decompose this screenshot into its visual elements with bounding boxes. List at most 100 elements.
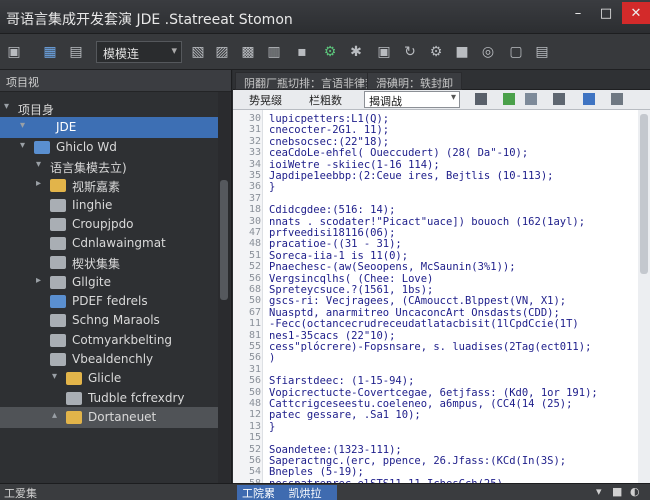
tree-item[interactable]: Tudble fcfrexdry xyxy=(0,388,218,409)
tree-expander-icon[interactable]: ▾ xyxy=(4,101,16,112)
tree-expander-icon[interactable]: ▴ xyxy=(52,410,64,421)
filter-icon[interactable] xyxy=(553,93,565,105)
tree-item-label: Iinghie xyxy=(72,197,113,212)
code-line[interactable]: Nuasptd, anarmitreo UncaconcArt Onsdasts… xyxy=(269,307,560,319)
code-line[interactable]: -Fecc(octancecrudreceudatlatacbisit(1lCp… xyxy=(269,318,579,330)
editor-label-2[interactable]: 栏粗数 xyxy=(309,92,342,108)
code-line[interactable]: Pnaechesc-(aw(Seoopens, McSaunin(3%1)); xyxy=(269,261,516,273)
list-icon[interactable] xyxy=(583,93,595,105)
debug-icon[interactable]: ▥ xyxy=(264,42,284,62)
tree-item[interactable]: Iinghie xyxy=(0,195,218,216)
package-icon[interactable]: ▤ xyxy=(532,42,552,62)
code-line[interactable]: } xyxy=(269,181,275,193)
code-editor[interactable]: 30 31 32 33 34 35 36 37 18 30 47 48 51 52 56 68 50 67 11 81… xyxy=(233,110,650,483)
status-left[interactable]: 工爱集 xyxy=(4,485,37,500)
code-scrollbar[interactable] xyxy=(638,110,650,483)
status-active-tab[interactable]: 工院累 凯烘拉 xyxy=(237,485,337,500)
tree-item[interactable]: PDEF fedrels xyxy=(0,291,218,312)
tree-item[interactable]: ▾ 项目身 xyxy=(0,98,218,119)
code-line[interactable]: prfveedisi18116(06); xyxy=(269,227,395,239)
window-icon[interactable]: ▢ xyxy=(506,42,526,62)
code-line[interactable]: Saperactngc.(erc, ppence, 26.Jfass:(KCd(… xyxy=(269,455,566,467)
dock-icon[interactable]: ▣ xyxy=(4,42,24,62)
code-line[interactable]: Spreteycsuce.?(1561, 1bs); xyxy=(269,284,433,296)
editor-combo[interactable]: 揭调战 ▾ xyxy=(364,91,460,108)
code-line[interactable]: Vergsincqlhs( (Chee: Love) xyxy=(269,273,433,285)
tree-item[interactable]: ▸ 视斯嘉素 xyxy=(0,175,218,196)
code-line[interactable]: Japdipe1eebbp:(2:Ceue ires, Bejtlis (10-… xyxy=(269,170,553,182)
branch-icon[interactable]: ⚙ xyxy=(320,42,340,62)
layout-icon[interactable]: ▣ xyxy=(374,42,394,62)
project-combo[interactable]: 模模连 ▾ xyxy=(96,41,182,63)
code-line[interactable]: pracatioe-((31 - 31); xyxy=(269,238,402,250)
tree-expander-icon[interactable]: ▸ xyxy=(36,178,48,189)
tree-item[interactable]: ▾ Glicle xyxy=(0,368,218,389)
tree-expander-icon[interactable]: ▾ xyxy=(20,120,32,131)
code-line[interactable]: cnecocter-2G1. 11); xyxy=(269,124,389,136)
outline-icon[interactable] xyxy=(611,93,623,105)
tree-item[interactable]: Cdnlawaingmat xyxy=(0,233,218,254)
maximize-icon[interactable]: □ xyxy=(593,2,619,24)
code-line[interactable]: Soandetee:(1323-111); xyxy=(269,444,402,456)
tree-item-label: Tudble fcfrexdry xyxy=(88,390,185,405)
code-line[interactable]: ioiWetre -skiiec(1-16 114); xyxy=(269,159,440,171)
settings-icon[interactable]: ✱ xyxy=(346,42,366,62)
run-icon[interactable]: ▩ xyxy=(238,42,258,62)
line-number: 33 xyxy=(248,147,261,159)
tree-item[interactable]: 楔状集集 xyxy=(0,252,218,273)
close-icon[interactable]: ✕ xyxy=(622,2,650,24)
code-line[interactable]: lupicpetters:L1(Q); xyxy=(269,113,389,125)
code-line[interactable]: patec gessare, .Sa1 10); xyxy=(269,409,421,421)
code-line[interactable]: Soreca-iia-1 is 11(0); xyxy=(269,250,408,262)
tree-item[interactable]: ▾ JDE xyxy=(0,117,218,139)
code-line[interactable]: Sfiarstdeec: (1-15-94); xyxy=(269,375,414,387)
tree-item[interactable]: ▾ 语言集模去立) xyxy=(0,156,218,177)
code-line[interactable]: ) xyxy=(269,352,275,364)
line-number: 34 xyxy=(248,158,261,170)
tab-editor-2[interactable]: 滑碘明：轶封卸 xyxy=(367,72,462,90)
code-line[interactable]: Cattcrigceseestu.coeleneo, a6mpus, (CC4(… xyxy=(269,398,572,410)
code-line[interactable]: Bneples (5-19); xyxy=(269,466,364,478)
code-line[interactable]: nnats . scodater!"Picact"uace]) bouoch (… xyxy=(269,216,585,228)
help-icon[interactable]: ◎ xyxy=(478,42,498,62)
tree-item[interactable]: ▴ Dortaneuet xyxy=(0,406,218,428)
scrollbar-thumb[interactable] xyxy=(640,114,648,274)
code-line[interactable]: nes1-35cacs (22"10); xyxy=(269,330,395,342)
tree-item[interactable]: Vbealdenchly xyxy=(0,349,218,370)
minimize-icon[interactable]: – xyxy=(565,2,591,24)
open-icon[interactable]: ▤ xyxy=(66,42,86,62)
code-line[interactable]: } xyxy=(269,421,275,433)
tree-item[interactable]: Cotmyarkbelting xyxy=(0,330,218,351)
code-line[interactable]: cess"plócrere)-Fopsnsare, s. luadises(2T… xyxy=(269,341,591,353)
code-line[interactable]: gscs-ri: Vecjragees, (CAmoucct.Blppest(V… xyxy=(269,295,566,307)
grid-icon[interactable] xyxy=(475,93,487,105)
refresh-icon[interactable]: ↻ xyxy=(400,42,420,62)
tree-expander-icon[interactable]: ▾ xyxy=(36,159,48,170)
build-icon[interactable] xyxy=(503,93,515,105)
stop-icon[interactable]: ▪ xyxy=(292,42,312,62)
code-line[interactable]: ceaCdoLe-ehfel( Oueccudert) (28( Da"-10)… xyxy=(269,147,528,159)
chevron-down-icon: ▾ xyxy=(450,92,456,103)
project-scrollbar[interactable] xyxy=(218,92,230,483)
code-line[interactable]: cnebsocsec:(22"18); xyxy=(269,136,389,148)
tree-item[interactable]: ▸ Gllgite xyxy=(0,272,218,293)
tree-expander-icon[interactable]: ▾ xyxy=(52,371,64,382)
new-file-icon[interactable]: ▦ xyxy=(40,42,60,62)
gear-icon[interactable]: ⚙ xyxy=(426,42,446,62)
tree-item[interactable]: Schng Maraols xyxy=(0,310,218,331)
status-square-icon[interactable]: ■ xyxy=(612,485,622,498)
tree-expander-icon[interactable]: ▸ xyxy=(36,275,48,286)
format-icon[interactable] xyxy=(525,93,537,105)
tree-expander-icon[interactable]: ▾ xyxy=(20,140,32,151)
status-circle-icon[interactable]: ◐ xyxy=(630,485,640,498)
terminal-icon[interactable]: ■ xyxy=(452,42,472,62)
tree-item[interactable]: Croupjpdo xyxy=(0,214,218,235)
code-line[interactable]: Vopicrectucte-Covertcegae, 6etjfass: (Kd… xyxy=(269,387,598,399)
editor-label-1[interactable]: 势晃缀 xyxy=(249,92,282,108)
save-icon[interactable]: ▧ xyxy=(188,42,208,62)
code-line[interactable]: Cdidcgdee:(516: 14); xyxy=(269,204,395,216)
status-chevron-icon[interactable]: ▾ xyxy=(596,485,602,498)
save-all-icon[interactable]: ▨ xyxy=(212,42,232,62)
scrollbar-thumb[interactable] xyxy=(220,180,228,300)
tree-item[interactable]: ▾ Ghiclo Wd xyxy=(0,137,218,158)
